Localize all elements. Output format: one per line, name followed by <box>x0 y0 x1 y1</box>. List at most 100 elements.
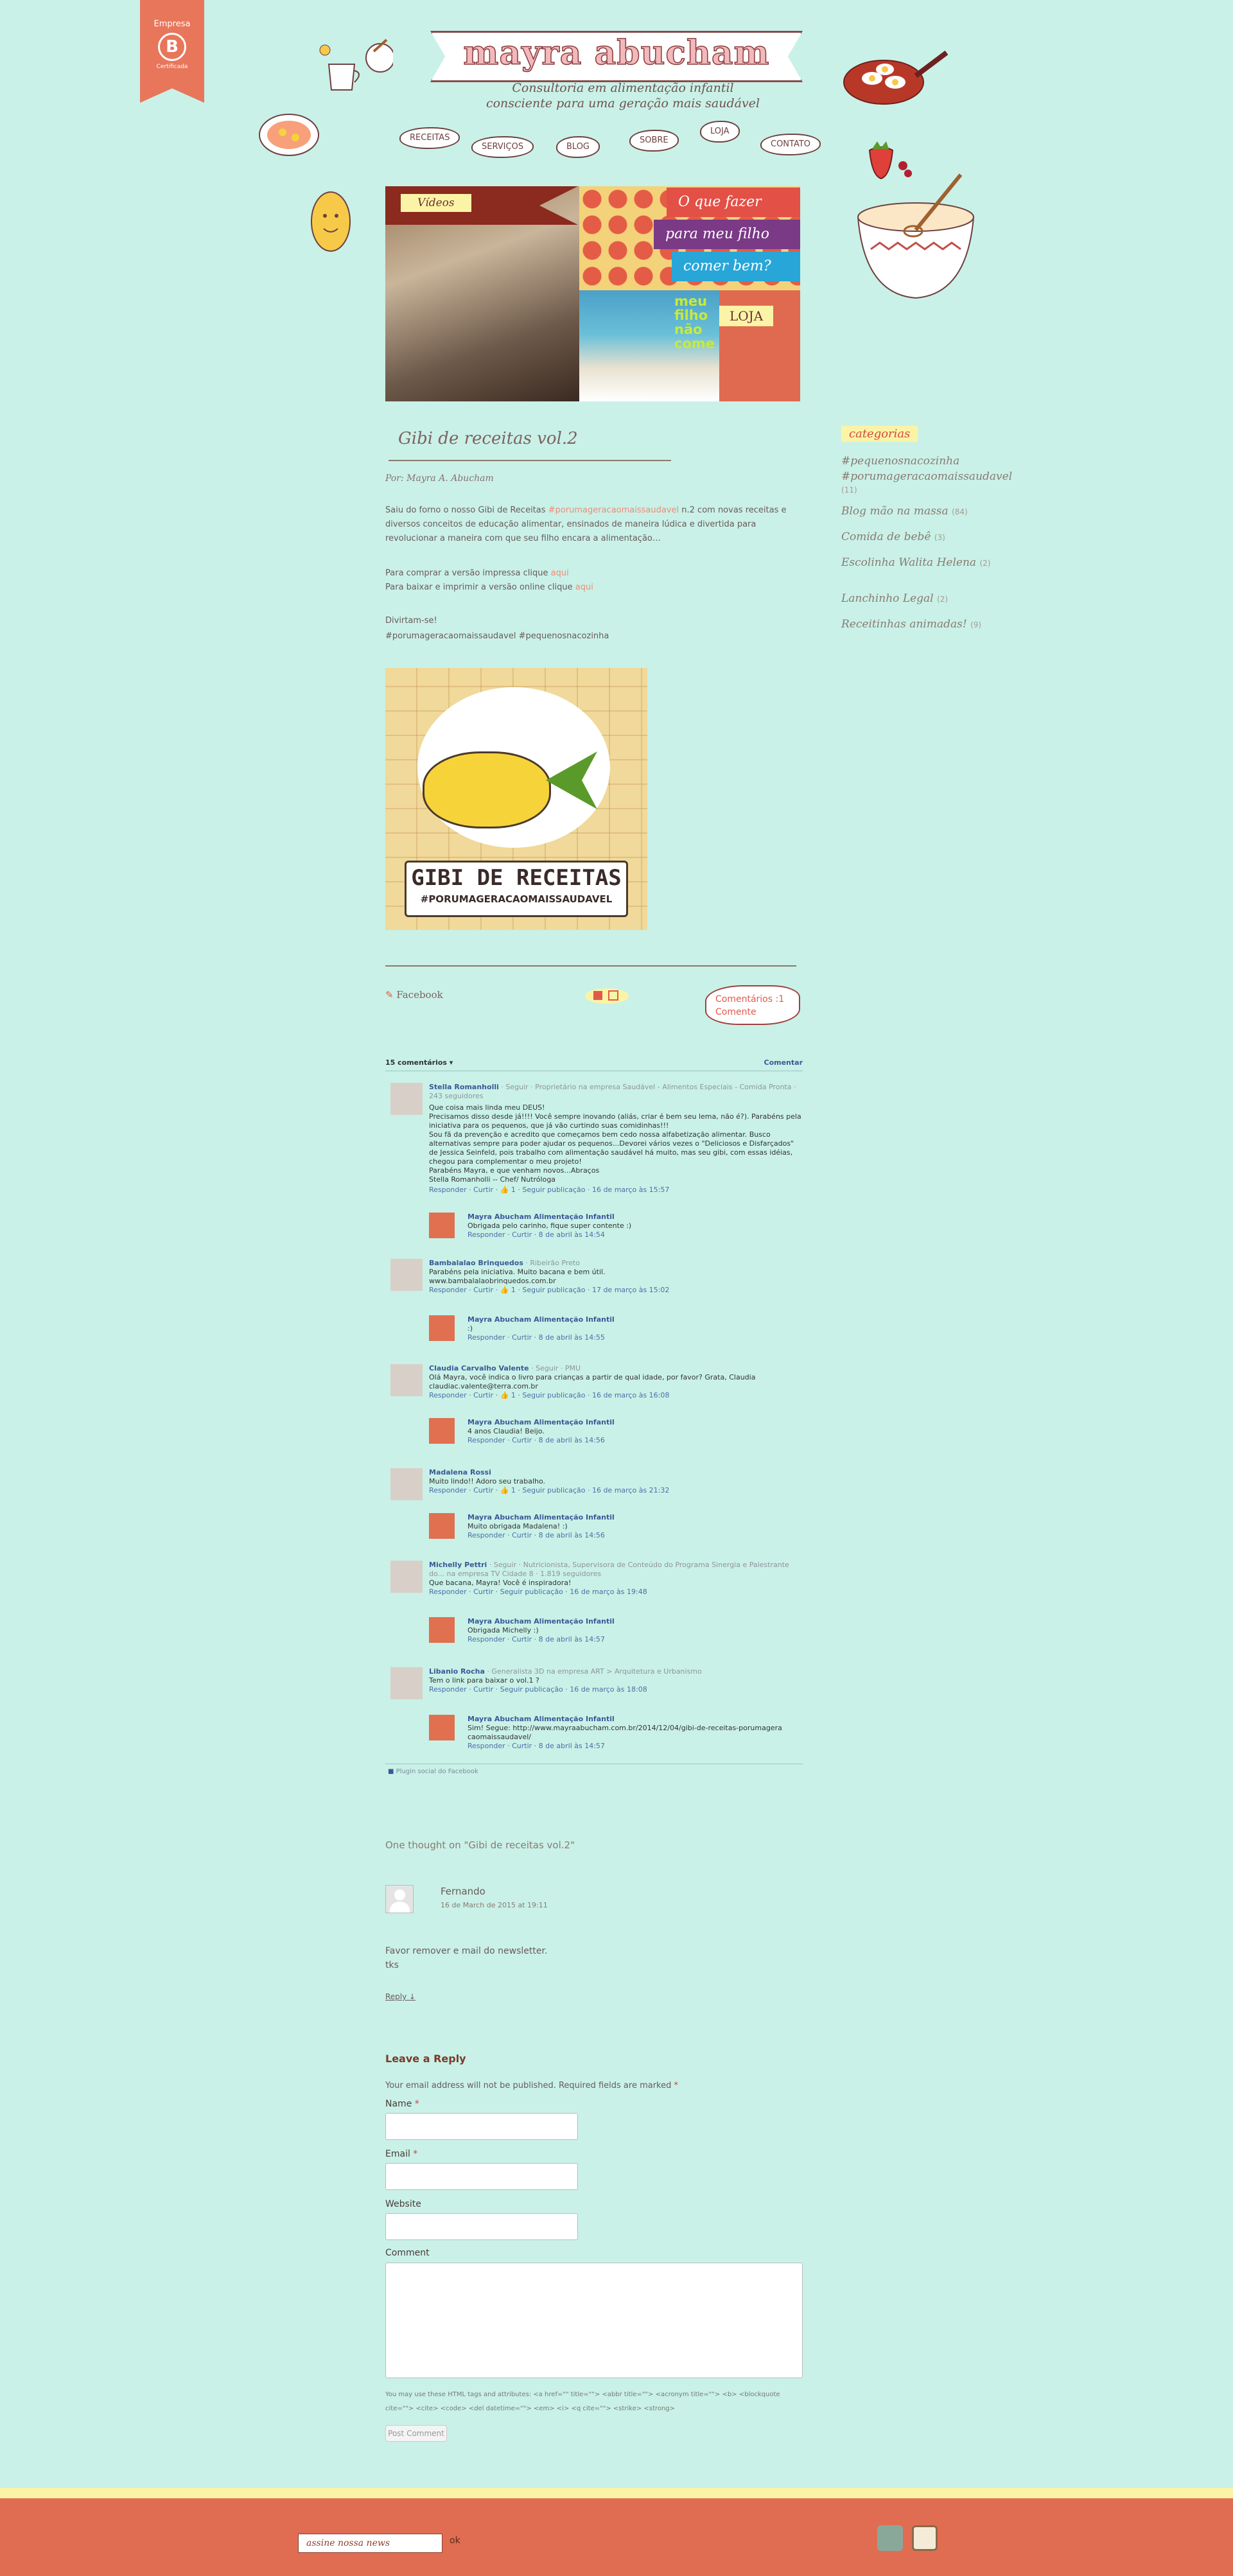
name-label-text: Name <box>385 2099 412 2109</box>
commenter-name[interactable]: Mayra Abucham Alimentação Infantil <box>468 1513 615 1522</box>
post-comment-button[interactable]: Post Comment <box>385 2425 447 2442</box>
comment-actions[interactable]: Responder · Curtir · 8 de abril às 14:56 <box>468 1531 615 1540</box>
commenter-name[interactable]: Mayra Abucham Alimentação Infantil <box>468 1418 615 1427</box>
commenter-name[interactable]: Stella Romanholli <box>429 1083 499 1091</box>
book-cover[interactable]: meu filho não come <box>579 290 719 401</box>
fb-count-text: 15 comentários <box>385 1058 447 1067</box>
avatar[interactable] <box>429 1617 455 1643</box>
website-label: Website <box>385 2199 421 2209</box>
avatar[interactable] <box>390 1259 423 1291</box>
facebook-icon: ■ <box>388 1768 396 1775</box>
b-corp-badge[interactable]: Empresa B Certificada <box>140 0 204 103</box>
category-item[interactable]: Lanchinho Legal (2) <box>841 592 1008 605</box>
fb-comment-action[interactable]: Comentar <box>764 1058 803 1067</box>
website-field[interactable] <box>385 2213 578 2240</box>
comment-body: Mayra Abucham Alimentação Infantil :) Re… <box>468 1315 615 1342</box>
name-field[interactable] <box>385 2113 578 2140</box>
comment-actions[interactable]: Responder · Curtir · 👍 1 · Seguir public… <box>429 1486 801 1495</box>
commenter-name[interactable]: Bambalalao Brinquedos <box>429 1259 523 1267</box>
avatar[interactable] <box>429 1418 455 1444</box>
comment-actions[interactable]: Responder · Curtir · Seguir publicação ·… <box>429 1685 801 1694</box>
avatar[interactable] <box>390 1667 423 1699</box>
nav-servicos[interactable]: serviços <box>471 136 534 158</box>
facebook-share-link[interactable]: ✎ Facebook <box>385 989 443 1001</box>
commenter-name[interactable]: Michelly Pettri <box>429 1561 487 1569</box>
category-item[interactable]: Receitinhas animadas! (9) <box>841 618 1008 631</box>
comment-body: Libanio Rocha · Generalista 3D na empres… <box>429 1667 801 1694</box>
newsletter-input[interactable]: assine nossa news <box>298 2534 442 2553</box>
category-count: (2) <box>979 559 991 568</box>
comment-body: Mayra Abucham Alimentação Infantil Muito… <box>468 1513 615 1540</box>
category-item[interactable]: #pequenosnacozinha <box>841 455 1008 468</box>
avatar[interactable] <box>429 1513 455 1539</box>
coffee-cup-icon <box>319 39 393 91</box>
comment-actions[interactable]: Responder · Curtir · 👍 1 · Seguir public… <box>429 1391 801 1400</box>
commenter-name[interactable]: Mayra Abucham Alimentação Infantil <box>468 1617 615 1626</box>
nav-loja[interactable]: loja <box>700 121 740 143</box>
shop-tile[interactable]: LOJA <box>719 290 800 401</box>
avatar[interactable] <box>390 1561 423 1593</box>
comment-actions[interactable]: Responder · Curtir · 8 de abril às 14:57 <box>468 1635 615 1644</box>
tagline-line-2: consciente para uma geração mais saudáve… <box>485 96 760 110</box>
category-count: (2) <box>937 595 949 604</box>
comment-textarea[interactable] <box>385 2263 803 2378</box>
comment-actions[interactable]: Responder · Curtir · 8 de abril às 14:54 <box>468 1231 631 1240</box>
comment-link[interactable]: Comente <box>715 1006 790 1019</box>
nav-contato[interactable]: contato <box>760 134 821 155</box>
category-label: #porumageracaomaissaudavel <box>841 470 1013 483</box>
print-icon <box>593 991 602 1000</box>
nav-receitas[interactable]: receitas <box>399 127 460 149</box>
avatar[interactable] <box>390 1364 423 1396</box>
comment-actions[interactable]: Responder · Curtir · 👍 1 · Seguir public… <box>429 1286 801 1295</box>
avatar[interactable] <box>429 1213 455 1238</box>
category-item[interactable]: Comida de bebê (3) <box>841 530 1008 543</box>
fb-plugin-credit[interactable]: ■ Plugin social do Facebook <box>388 1768 478 1775</box>
comment-body: Mayra Abucham Alimentação Infantil Obrig… <box>468 1213 631 1240</box>
badge-line-2: Certificada <box>156 64 188 70</box>
comment-text: Muito lindo!! Adoro seu trabalho. <box>429 1477 546 1485</box>
commenter-name[interactable]: Fernando <box>441 1886 485 1897</box>
site-title[interactable]: mayra abucham <box>430 31 803 87</box>
comment-actions[interactable]: Responder · Curtir · 👍 1 · Seguir public… <box>429 1186 801 1195</box>
commenter-name[interactable]: Libanio Rocha <box>429 1667 485 1676</box>
fb-comment-count[interactable]: 15 comentários ▾ <box>385 1058 453 1067</box>
comment-count-box[interactable]: Comentários :1 Comente <box>705 985 800 1025</box>
comment-actions[interactable]: Responder · Curtir · 8 de abril às 14:55 <box>468 1333 615 1342</box>
hashtag-link[interactable]: #porumageracaomaissaudavel <box>548 505 679 515</box>
avatar[interactable] <box>390 1468 423 1500</box>
avatar[interactable] <box>429 1715 455 1740</box>
comment-actions[interactable]: Responder · Curtir · 8 de abril às 14:57 <box>468 1742 801 1751</box>
avatar[interactable] <box>390 1083 423 1115</box>
commenter-name[interactable]: Madalena Rossi <box>429 1468 801 1477</box>
comment-text-2: tks <box>385 1960 399 1970</box>
commenter-name[interactable]: Mayra Abucham Alimentação Infantil <box>468 1715 801 1724</box>
sort-caret-icon: ▾ <box>449 1058 453 1067</box>
commenter-name[interactable]: Mayra Abucham Alimentação Infantil <box>468 1213 631 1222</box>
buy-text: Para comprar a versão impressa clique <box>385 568 551 578</box>
comment-text: Que bacana, Mayra! Você é inspiradora! <box>429 1579 572 1587</box>
commenter-name[interactable]: Claudia Carvalho Valente <box>429 1364 529 1372</box>
reply-link[interactable]: Reply ↓ <box>385 1992 415 2001</box>
comment-actions[interactable]: Responder · Curtir · Seguir publicação ·… <box>429 1588 801 1597</box>
instagram-icon[interactable] <box>912 2525 938 2551</box>
gibi-cover-image[interactable]: GIBI DE RECEITAS #PORUMAGERACAOMAISSAUDA… <box>385 668 647 930</box>
frying-pan-icon <box>843 50 948 105</box>
facebook-icon[interactable] <box>877 2525 903 2551</box>
nav-sobre[interactable]: sobre <box>629 130 679 152</box>
newsletter-ok-button[interactable]: ok <box>450 2536 460 2546</box>
category-label: Lanchinho Legal <box>841 592 934 605</box>
avatar[interactable] <box>429 1315 455 1341</box>
print-link[interactable]: aqui <box>575 583 593 592</box>
category-item[interactable]: Escolinha Walita Helena (2) <box>841 556 1008 569</box>
category-item[interactable]: #porumageracaomaissaudavel (11) <box>841 470 1012 496</box>
category-item[interactable]: Blog mão na massa (84) <box>841 505 1008 518</box>
commenter-name[interactable]: Mayra Abucham Alimentação Infantil <box>468 1315 615 1324</box>
buy-link[interactable]: aqui <box>551 568 569 578</box>
share-icons[interactable] <box>584 986 629 1006</box>
hero-banner[interactable]: Vídeos O que fazer para meu filho comer … <box>385 186 800 401</box>
categories-title: categorias <box>841 426 918 442</box>
nav-blog[interactable]: blog <box>556 136 600 158</box>
email-field[interactable] <box>385 2163 578 2190</box>
comment-date[interactable]: 16 de March de 2015 at 19:11 <box>441 1901 548 1909</box>
comment-actions[interactable]: Responder · Curtir · 8 de abril às 14:56 <box>468 1436 615 1445</box>
